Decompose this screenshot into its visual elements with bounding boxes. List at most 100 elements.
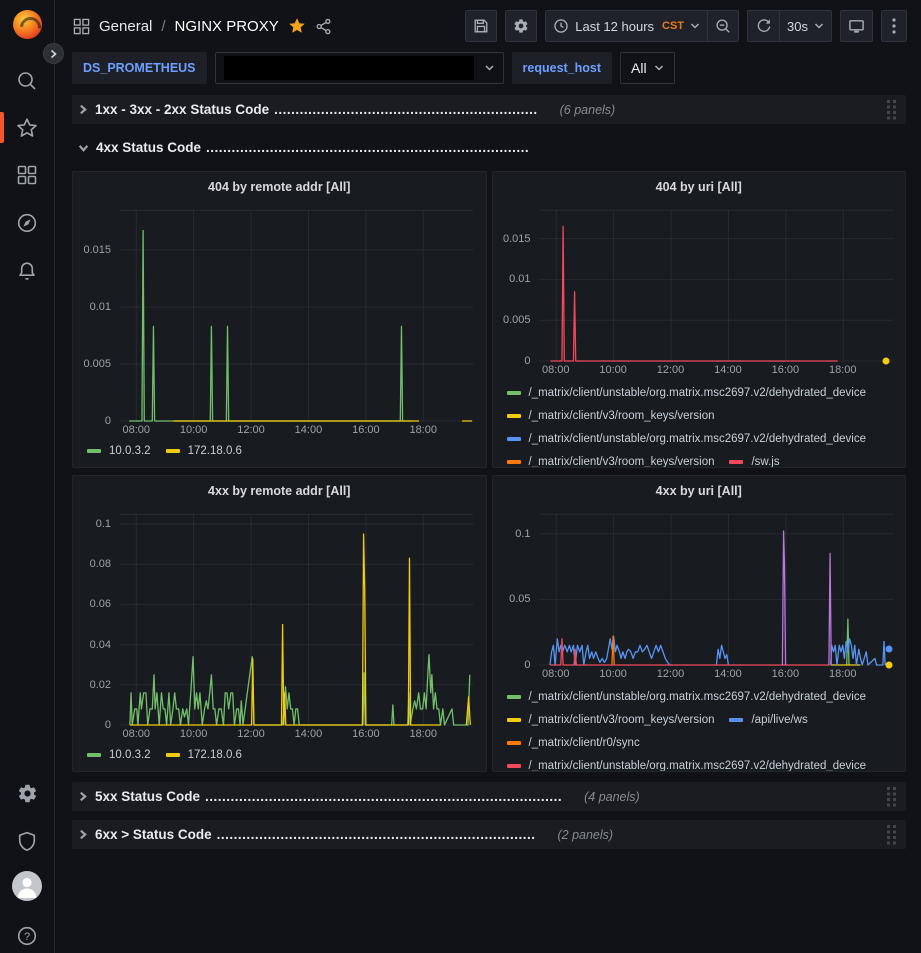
legend-item[interactable]: /_matrix/client/v3/room_keys/version (507, 404, 715, 427)
x-axis-tick: 12:00 (657, 668, 685, 680)
breadcrumb-folder[interactable]: General (99, 18, 152, 35)
legend-series-swatch (507, 741, 521, 745)
help-icon[interactable]: ? (0, 919, 54, 953)
legend-item[interactable]: /_matrix/client/unstable/org.matrix.msc2… (507, 685, 867, 708)
x-axis-tick: 14:00 (295, 424, 323, 436)
row-leader-dots: ........................................… (206, 140, 529, 155)
x-axis-tick: 10:00 (180, 728, 208, 740)
legend-series-label: 10.0.3.2 (109, 749, 151, 761)
x-axis: 08:0010:0012:0014:0016:0018:00 (119, 421, 474, 439)
drag-handle-icon[interactable] (886, 99, 898, 120)
dashboard-row-1xx-3xx-2xx[interactable]: 1xx - 3xx - 2xx Status Code ............… (72, 95, 906, 124)
legend-series-swatch (507, 460, 521, 464)
time-range-picker[interactable]: Last 12 hours CST (545, 10, 707, 42)
time-series-plot[interactable]: 00.0050.010.015 (73, 202, 486, 421)
chevron-down-icon (654, 64, 664, 72)
legend-series-swatch (166, 449, 180, 453)
legend-item[interactable]: /_matrix/client/unstable/org.matrix.msc2… (507, 427, 867, 450)
grafana-logo[interactable] (13, 10, 42, 39)
plot-svg (539, 514, 894, 665)
x-axis-tick: 08:00 (122, 424, 150, 436)
explore-compass-icon[interactable] (0, 206, 54, 240)
legend-item[interactable]: /api/live/ws (729, 708, 807, 731)
legend-series-swatch (87, 449, 101, 453)
legend-item[interactable]: /_matrix/client/r0/sync (507, 731, 640, 754)
starred-dashboards-icon[interactable] (0, 111, 54, 145)
breadcrumb-separator: / (161, 18, 165, 35)
chevron-right-icon (78, 791, 88, 802)
panel-title[interactable]: 4xx by remote addr [All] (73, 476, 486, 506)
x-axis-tick: 12:00 (237, 728, 265, 740)
datasource-variable-label[interactable]: DS_PROMETHEUS (72, 52, 207, 84)
x-axis-tick: 10:00 (599, 668, 627, 680)
y-axis-tick: 0.015 (83, 244, 111, 256)
panel-title[interactable]: 404 by remote addr [All] (73, 172, 486, 202)
legend-item[interactable]: 10.0.3.2 (87, 439, 151, 462)
share-icon[interactable] (315, 18, 332, 35)
y-axis-tick: 0 (105, 719, 111, 731)
save-dashboard-button[interactable] (465, 10, 497, 42)
request-host-variable-label[interactable]: request_host (512, 52, 613, 84)
sidebar-expand-button[interactable] (43, 43, 64, 64)
zoom-out-icon (715, 18, 731, 34)
legend-series-label: /_matrix/client/unstable/org.matrix.msc2… (529, 387, 867, 399)
legend-series-label: /_matrix/client/r0/sync (529, 737, 640, 749)
drag-handle-icon[interactable] (886, 824, 898, 845)
refresh-interval-dropdown[interactable]: 30s (779, 10, 832, 42)
time-series-plot[interactable]: 00.020.040.060.080.1 (73, 506, 486, 725)
cycle-view-mode-button[interactable] (840, 10, 873, 42)
y-axis-tick: 0.005 (83, 358, 111, 370)
dashboards-icon[interactable] (0, 158, 54, 192)
row-leader-dots: ........................................… (274, 102, 538, 117)
configuration-gear-icon[interactable] (0, 776, 54, 810)
x-axis-tick: 18:00 (829, 364, 857, 376)
refresh-icon (756, 18, 772, 34)
legend-item[interactable]: /_matrix/client/v3/room_keys/version (507, 708, 715, 731)
legend-item[interactable]: 172.18.0.6 (166, 743, 242, 766)
y-axis-tick: 0.015 (503, 233, 531, 245)
dashboard-row-6xx[interactable]: 6xx > Status Code ......................… (72, 820, 906, 849)
alerting-bell-icon[interactable] (0, 254, 54, 288)
plot-svg (119, 514, 474, 725)
legend-series-label: /sw.js (751, 456, 779, 468)
legend-item[interactable]: /_matrix/client/v3/room_keys/version (507, 450, 715, 467)
legend-item[interactable]: 10.0.3.2 (87, 743, 151, 766)
user-avatar[interactable] (12, 871, 42, 901)
legend-item[interactable]: /_matrix/client/unstable/org.matrix.msc2… (507, 381, 867, 404)
server-admin-shield-icon[interactable] (0, 824, 54, 858)
x-axis-tick: 18:00 (410, 728, 438, 740)
x-axis-tick: 14:00 (714, 668, 742, 680)
legend-series-swatch (166, 753, 180, 757)
kebab-menu-button[interactable] (881, 10, 907, 42)
favorite-star-icon[interactable] (288, 17, 306, 35)
x-axis-tick: 14:00 (714, 364, 742, 376)
panel-title[interactable]: 4xx by uri [All] (493, 476, 906, 506)
legend-series-label: 172.18.0.6 (188, 445, 242, 457)
legend-item[interactable]: /_matrix/client/unstable/org.matrix.msc2… (507, 754, 867, 771)
dashboard-row-5xx[interactable]: 5xx Status Code ........................… (72, 782, 906, 811)
legend-series-label: /_matrix/client/v3/room_keys/version (529, 456, 715, 468)
chevron-down-icon (690, 22, 700, 30)
dashboard-variables: DS_PROMETHEUS request_host All (55, 52, 921, 90)
panel-404-by-remote-addr: 404 by remote addr [All] 00.0050.010.015… (72, 171, 487, 468)
legend-item[interactable]: 172.18.0.6 (166, 439, 242, 462)
plot-svg (119, 210, 474, 421)
panel-title[interactable]: 404 by uri [All] (493, 172, 906, 202)
dashboard-settings-button[interactable] (505, 10, 537, 42)
time-series-plot[interactable]: 00.050.1 (493, 506, 906, 665)
time-series-plot[interactable]: 00.0050.010.015 (493, 202, 906, 361)
zoom-out-button[interactable] (707, 10, 739, 42)
dashboard-title[interactable]: NGINX PROXY (175, 18, 279, 35)
y-axis-tick: 0.1 (515, 528, 530, 540)
legend-item[interactable]: /sw.js (729, 450, 779, 467)
x-axis-tick: 16:00 (772, 364, 800, 376)
chevron-down-icon (484, 64, 495, 72)
dashboard-row-4xx[interactable]: 4xx Status Code ........................… (72, 133, 906, 162)
request-host-variable-select[interactable]: All (620, 52, 675, 84)
search-icon[interactable] (0, 64, 54, 98)
refresh-button[interactable] (747, 10, 779, 42)
x-axis: 08:0010:0012:0014:0016:0018:00 (539, 361, 894, 379)
datasource-variable-select[interactable] (215, 52, 504, 84)
drag-handle-icon[interactable] (886, 786, 898, 807)
panel-legend: 10.0.3.2 172.18.0.6 (73, 439, 486, 467)
